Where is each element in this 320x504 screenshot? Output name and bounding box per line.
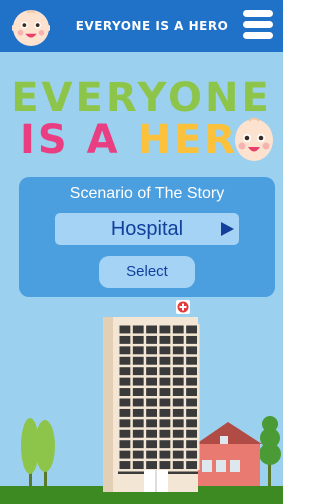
logo-line-1: EVERYONE: [11, 75, 272, 121]
scenario-value: Hospital: [110, 218, 184, 240]
scenario-card: Scenario of The Story Hospital Select: [19, 177, 275, 297]
baby-face-icon: [235, 117, 273, 161]
logo-is-a: IS A: [20, 117, 121, 163]
app-screen: EVERYONE IS A HERO EVERYONE IS A HER Sce…: [0, 0, 283, 504]
logo-line-2: IS A HER: [20, 117, 250, 163]
select-button[interactable]: Select: [99, 256, 195, 288]
tree-left: [21, 418, 55, 486]
play-arrow-icon[interactable]: [221, 222, 234, 236]
hospital-scene: [0, 300, 283, 504]
scenario-selector[interactable]: Hospital: [55, 213, 239, 245]
window-divider: [197, 324, 200, 470]
window-divider: [117, 324, 120, 470]
house: [196, 422, 262, 486]
window-divider: [130, 324, 133, 470]
hamburger-menu-icon[interactable]: [241, 8, 275, 42]
window-divider: [170, 324, 173, 470]
window-divider: [143, 324, 147, 470]
tree-right: [259, 416, 281, 486]
hospital-building: [103, 317, 200, 492]
baby-face-icon: [12, 9, 50, 47]
app-title: EVERYONE IS A HERO: [75, 19, 229, 33]
top-bar: EVERYONE IS A HERO: [0, 0, 283, 52]
logo-hero: HER: [137, 117, 239, 163]
scenario-title: Scenario of The Story: [69, 185, 225, 202]
medical-cross-icon: [176, 300, 190, 314]
window-divider: [157, 324, 160, 470]
window-divider: [183, 324, 187, 470]
